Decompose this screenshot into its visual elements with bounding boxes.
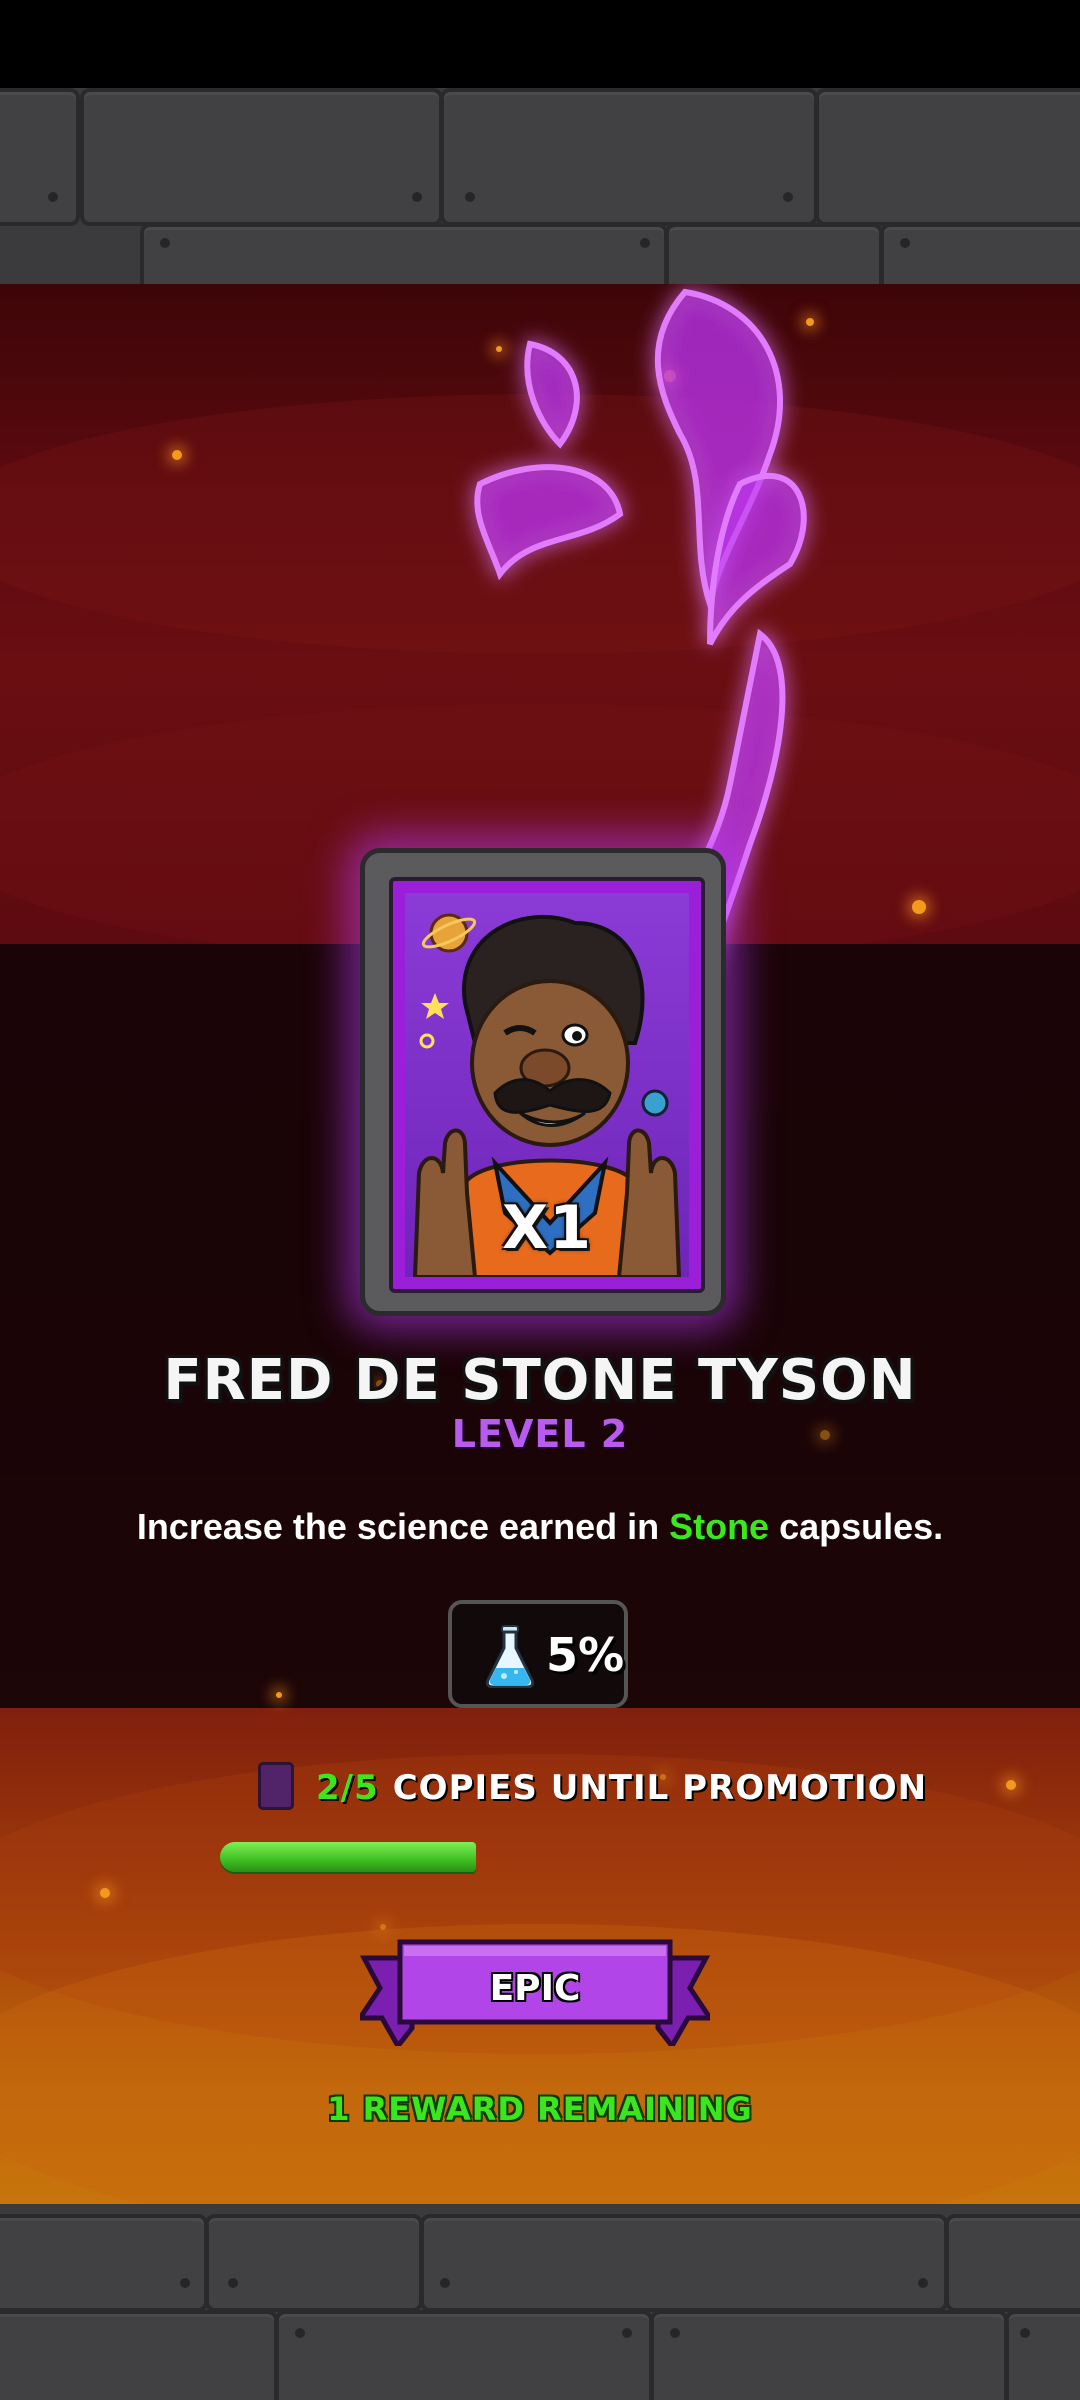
promotion-progress-bar (220, 1842, 860, 1872)
stone-wall-top (0, 88, 1080, 284)
science-bonus-stat: 5% (448, 1600, 628, 1708)
card-copies-icon (258, 1762, 294, 1810)
character-card[interactable]: X1 (360, 848, 726, 1316)
character-name: FRED DE STONE TYSON (163, 1348, 917, 1413)
flask-icon (485, 1625, 535, 1688)
rarity-ribbon: EPIC (360, 1936, 710, 2046)
card-frame: X1 (389, 877, 705, 1293)
promotion-progress-fill (220, 1842, 476, 1872)
description-text-after: capsules. (769, 1506, 944, 1547)
status-bar (0, 0, 1080, 88)
card-count-label: X1 (501, 1193, 592, 1263)
character-portrait: X1 (405, 893, 689, 1277)
character-level: LEVEL 2 (451, 1412, 629, 1456)
stone-wall-bottom (0, 2204, 1080, 2400)
reward-scene: X1 FRED DE STONE TYSON LEVEL 2 Increase … (0, 284, 1080, 2204)
rewards-remaining-label: 1 REWARD REMAINING (327, 2090, 753, 2128)
stat-value: 5% (546, 1628, 625, 1682)
description-text-before: Increase the science earned in (136, 1506, 670, 1547)
promotion-progress-label: 2/5 COPIES UNTIL PROMOTION (316, 1768, 927, 1808)
copies-until-promotion-text: COPIES UNTIL PROMOTION (392, 1768, 928, 1808)
rarity-label: EPIC (489, 1968, 581, 2009)
copies-count: 2/5 (316, 1768, 379, 1808)
description-highlight: Stone (669, 1506, 770, 1547)
ability-description: Increase the science earned in Stone cap… (0, 1506, 1080, 1548)
